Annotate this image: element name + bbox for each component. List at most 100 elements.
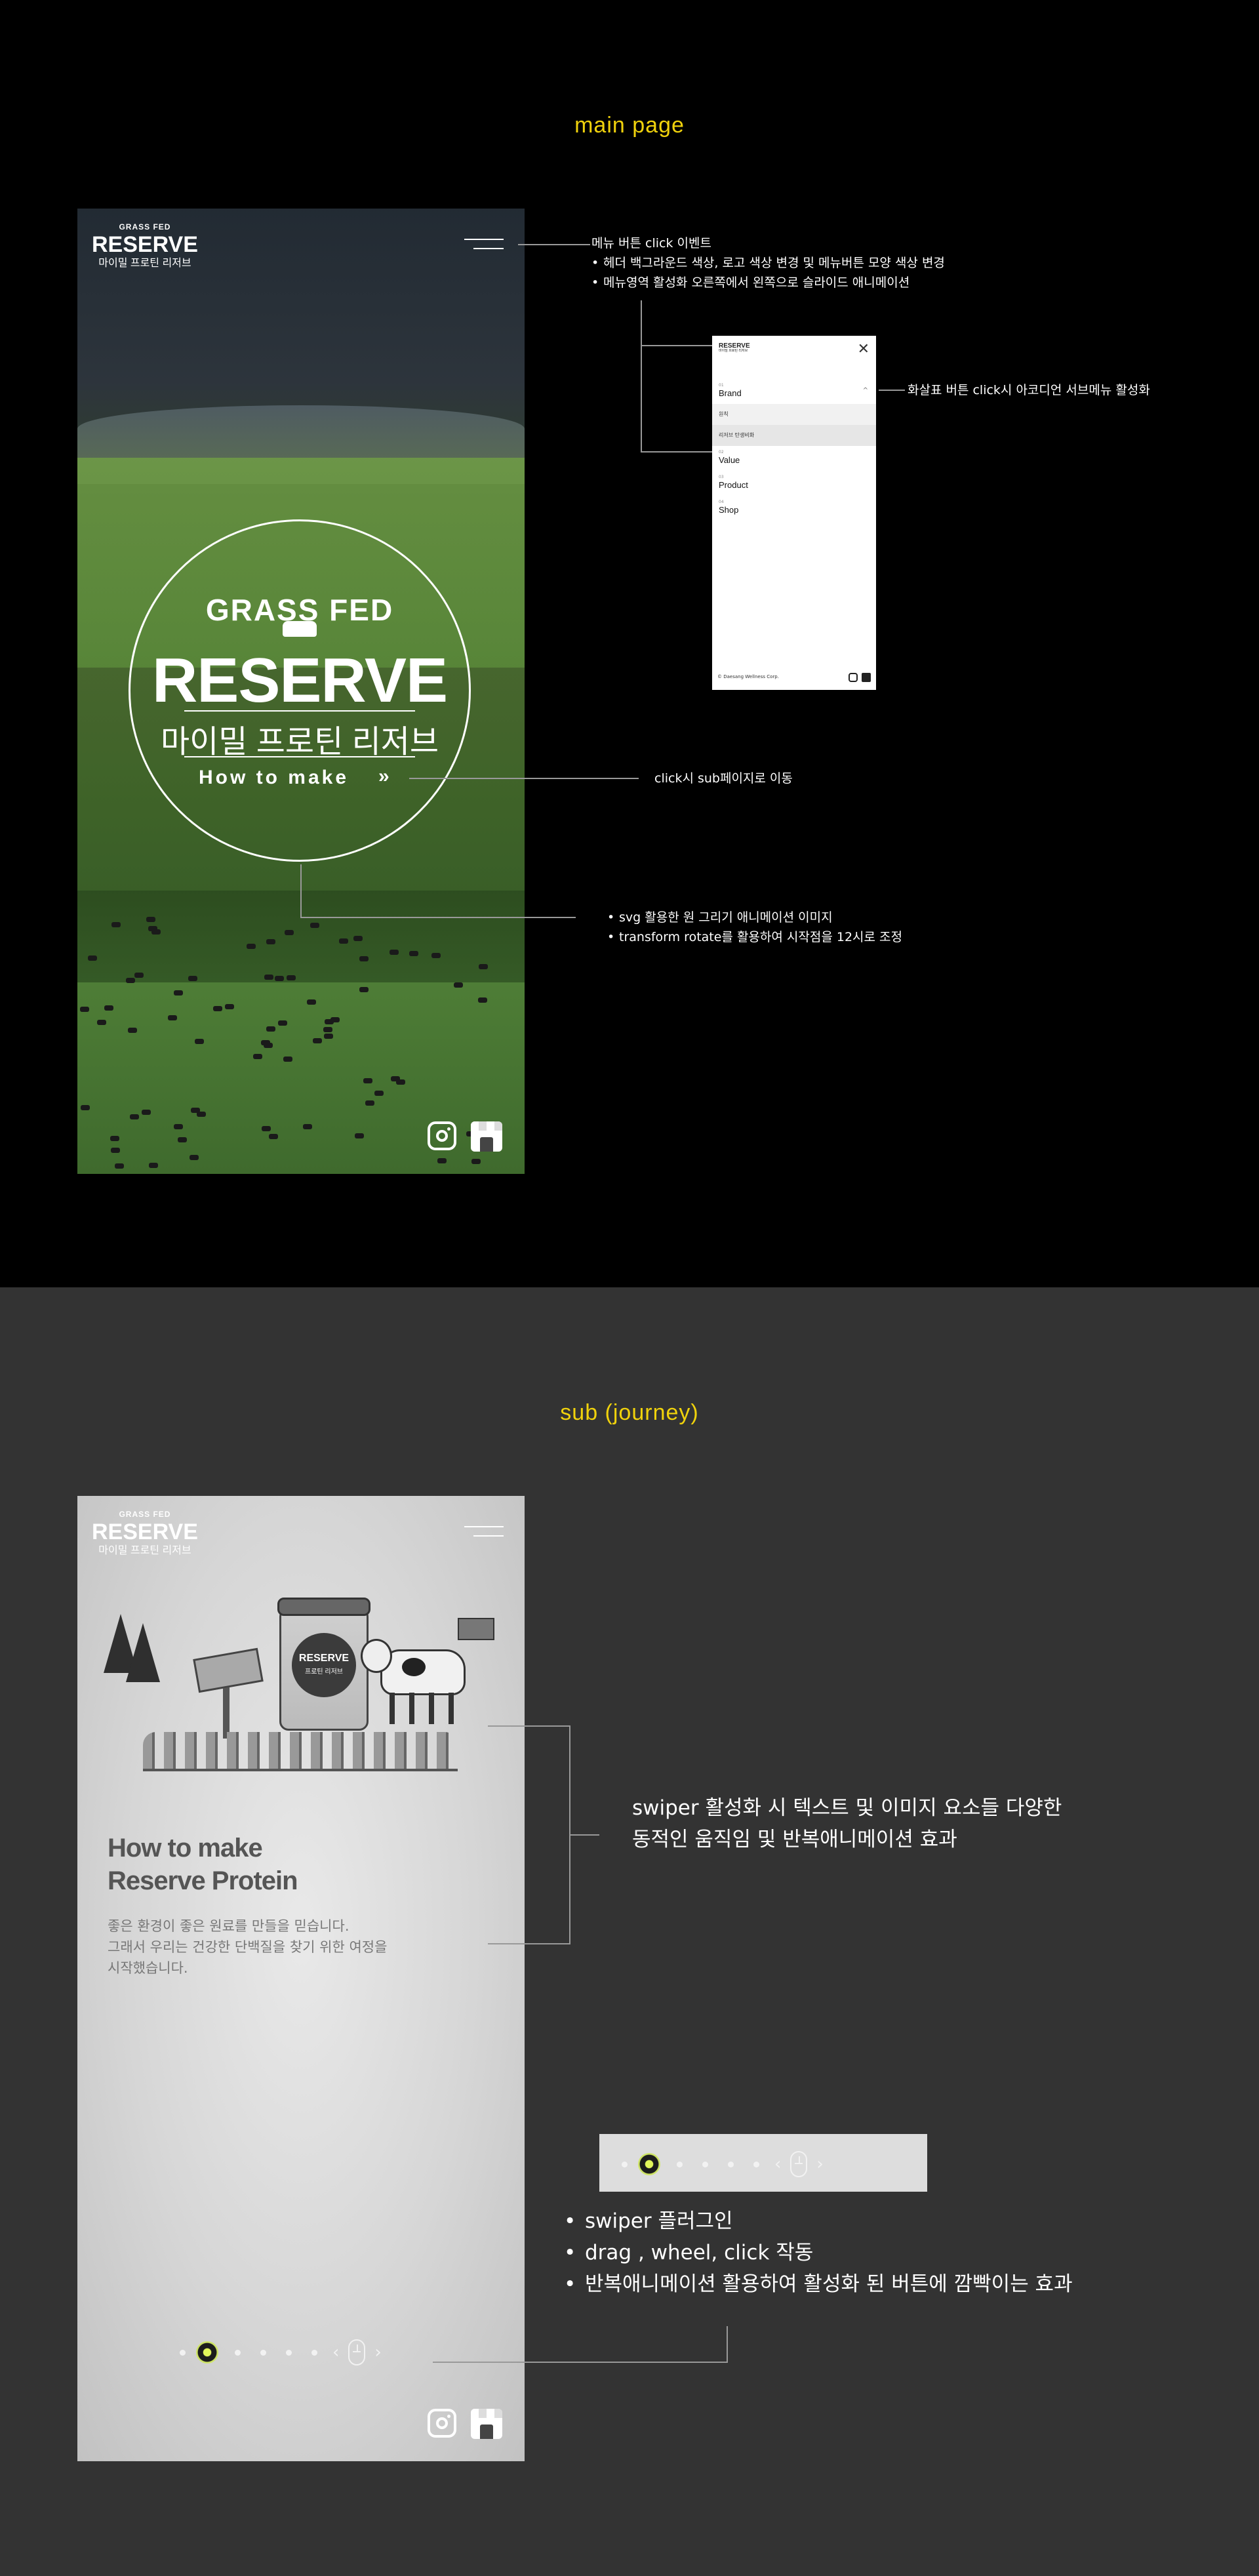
menu-panel-mockup: RESERVE 마이밀 프로틴 리저브 ✕ 01 Brand ^ 원칙 리저브 … — [712, 336, 876, 690]
menu-button[interactable] — [464, 239, 504, 254]
store-icon[interactable] — [471, 2409, 502, 2439]
logo-top-text: GRASS FED — [119, 222, 171, 231]
menu-footer-copyright: © Daesang Wellness Corp. — [717, 674, 779, 679]
menu-logo[interactable]: RESERVE 마이밀 프로틴 리저브 — [719, 342, 750, 353]
cow-figure — [148, 926, 157, 931]
menu-button[interactable] — [464, 1526, 504, 1542]
cow-figure — [339, 938, 348, 944]
plugin-annotation-point: 반복애니메이션 활용하여 활성화 된 버튼에 깜빡이는 효과 — [564, 2268, 1073, 2300]
journey-description-line: 시작했습니다. — [108, 1960, 188, 1976]
sub-journey-section: sub (journey) GRASS FED RESERVE 마이밀 프로틴 … — [0, 1287, 1259, 2576]
pagination-dot[interactable] — [728, 2161, 734, 2167]
chevron-right-icon[interactable]: › — [816, 2154, 823, 2174]
connector-line — [488, 1943, 570, 1944]
submenu-item-principle[interactable]: 원칙 — [712, 404, 876, 425]
cow-figure — [353, 936, 363, 941]
cow-figure — [303, 1124, 312, 1129]
cow-figure — [142, 1110, 151, 1115]
instagram-icon[interactable] — [849, 673, 858, 682]
cow-figure — [130, 1114, 139, 1119]
instagram-icon[interactable] — [428, 1121, 456, 1150]
menu-item-shop[interactable]: Shop — [719, 505, 738, 515]
cow-figure — [195, 1039, 204, 1044]
site-logo[interactable]: GRASS FED RESERVE 마이밀 프로틴 리저브 — [92, 223, 198, 269]
instagram-icon[interactable] — [428, 2409, 456, 2438]
chevron-left-icon[interactable]: ‹ — [774, 2154, 781, 2174]
connector-line — [518, 244, 590, 245]
connector-line — [727, 2326, 728, 2363]
connector-line — [300, 917, 576, 918]
swiper-pagination-zoom: ‹ › — [618, 2151, 829, 2177]
pagination-dot[interactable] — [702, 2161, 708, 2167]
how-to-make-link[interactable]: How to make — [199, 767, 349, 789]
journey-illustration: RESERVE 프로틴 리저브 — [104, 1594, 510, 1784]
pagination-dot[interactable] — [622, 2161, 628, 2167]
cow-figure — [111, 1148, 120, 1153]
menu-annotation-point: 메뉴영역 활성화 오른쪽에서 왼쪽으로 슬라이드 애니메이션 — [591, 273, 945, 292]
menu-item-number: 01 — [719, 383, 724, 388]
submenu-item-story[interactable]: 리저브 탄생비화 — [712, 425, 876, 446]
chevron-left-icon[interactable]: ‹ — [332, 2343, 339, 2362]
sub-page-mockup: GRASS FED RESERVE 마이밀 프로틴 리저브 RESERVE 프로… — [77, 1496, 525, 2461]
cow-figure — [88, 956, 97, 961]
connector-line — [488, 1725, 570, 1727]
barn-icon — [458, 1618, 494, 1640]
cow-figure — [266, 939, 275, 944]
pagination-dot[interactable] — [235, 2349, 241, 2356]
menu-item-value[interactable]: Value — [719, 455, 740, 465]
menu-item-brand[interactable]: Brand — [719, 388, 742, 398]
jar-label: RESERVE 프로틴 리저브 — [292, 1633, 356, 1697]
cow-figure — [191, 1108, 200, 1113]
connector-line — [641, 300, 642, 451]
pagination-dot[interactable] — [311, 2349, 317, 2356]
fence — [143, 1732, 458, 1771]
menu-click-annotation: 메뉴 버튼 click 이벤트 헤더 백그라운드 색상, 로고 색상 변경 및 … — [591, 233, 945, 292]
cow-figure — [253, 1054, 262, 1059]
plugin-annotation-point: swiper 플러그인 — [564, 2205, 1073, 2237]
pagination-dot[interactable] — [260, 2349, 266, 2356]
cow-figure — [278, 1020, 287, 1026]
close-icon[interactable]: ✕ — [858, 341, 869, 357]
cow-figure — [174, 1124, 183, 1129]
cow-figure — [269, 1134, 278, 1139]
journey-description: 좋은 환경이 좋은 원료를 만들을 믿습니다. 그래서 우리는 건강한 단백질을… — [108, 1916, 387, 1979]
cow-illustration — [380, 1649, 466, 1695]
pagination-dot[interactable] — [753, 2161, 759, 2167]
pagination-dot[interactable] — [677, 2161, 683, 2167]
circle-korean-text: 마이밀 프로틴 리저브 — [160, 725, 439, 759]
cow-figure — [363, 1078, 372, 1083]
pagination-dot-active[interactable] — [638, 2153, 660, 2175]
store-icon[interactable] — [471, 1121, 502, 1152]
cow-figure — [454, 982, 463, 988]
accordion-annotation: 화살표 버튼 click시 아코디언 서브메뉴 활성화 — [908, 383, 1150, 397]
menu-item-product[interactable]: Product — [719, 480, 748, 490]
pagination-dot[interactable] — [180, 2349, 186, 2356]
site-logo[interactable]: GRASS FED RESERVE 마이밀 프로틴 리저브 — [92, 1510, 198, 1556]
cow-figure — [409, 951, 418, 956]
chevron-up-icon[interactable]: ^ — [863, 387, 868, 394]
pagination-dot[interactable] — [286, 2349, 292, 2356]
logo-top-text: GRASS FED — [119, 1510, 171, 1519]
cow-figure — [168, 1015, 177, 1020]
connector-line — [409, 778, 639, 779]
cow-figure — [188, 976, 197, 981]
protein-jar: RESERVE 프로틴 리저브 — [277, 1598, 370, 1731]
cow-figure — [390, 950, 399, 955]
connector-line — [569, 1834, 599, 1836]
swiper-annotation: swiper 활성화 시 텍스트 및 이미지 요소들 다양한 동적인 움직임 및… — [632, 1792, 1062, 1855]
cow-figure — [261, 1040, 270, 1045]
cow-figure — [471, 1159, 481, 1164]
chevron-right-icon[interactable]: › — [374, 2343, 381, 2362]
journey-heading: How to make Reserve Protein — [108, 1832, 298, 1897]
cow-figure — [359, 956, 369, 961]
logo-korean-text: 마이밀 프로틴 리저브 — [98, 1545, 191, 1556]
sign-board — [193, 1647, 264, 1693]
cow-figure — [262, 1126, 271, 1131]
cow-figure — [178, 1137, 187, 1142]
store-icon[interactable] — [862, 673, 871, 682]
menu-social-links — [849, 673, 871, 682]
logo-korean-text: 마이밀 프로틴 리저브 — [98, 258, 191, 269]
cow-figure — [128, 1028, 137, 1033]
pagination-dot-active[interactable] — [196, 2341, 218, 2364]
double-chevron-right-icon[interactable]: » — [378, 765, 390, 788]
